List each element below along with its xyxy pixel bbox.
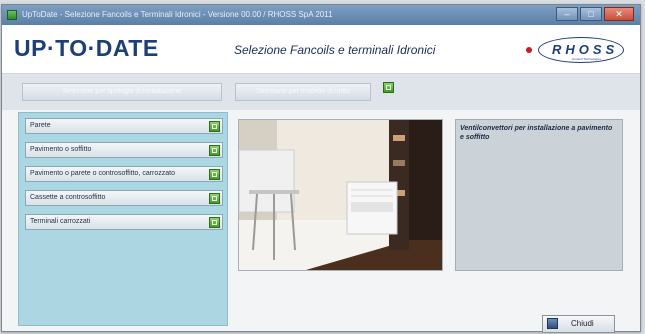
list-item-label: Terminali carrozzati [30,218,91,225]
room-illustration [239,120,442,270]
app-icon [7,10,17,20]
toolbar: Selezione per tipologia di installazione… [2,74,640,110]
brand-name: RHOSS [552,42,619,57]
list-item-label: Parete [30,122,51,129]
go-icon[interactable] [209,217,220,228]
maximize-button[interactable]: □ [580,7,602,21]
brand-tagline: Comfort Technologies [572,57,601,61]
list-item[interactable]: Terminali carrozzati [25,214,223,230]
list-item[interactable]: Pavimento o parete o controsoffitto, car… [25,166,223,182]
category-panel: Parete Pavimento o soffitto Pavimento o … [18,112,228,326]
go-icon[interactable] [209,169,220,180]
exit-icon [547,318,558,329]
go-icon[interactable] [209,121,220,132]
close-button[interactable]: ✕ [604,7,634,21]
list-item-label: Pavimento o parete o controsoffitto, car… [30,170,176,177]
model-select-button[interactable]: Selezione per modello di unità [235,83,371,101]
list-item-label: Pavimento o soffitto [30,146,92,153]
toolbar-go-icon[interactable] [383,82,394,93]
install-type-button[interactable]: Selezione per tipologia di installazione [22,83,222,101]
list-item[interactable]: Pavimento o soffitto [25,142,223,158]
list-item[interactable]: Cassette a controsoffitto [25,190,223,206]
app-window: UpToDate - Selezione Fancoils e Terminal… [1,4,641,333]
list-item-label: Cassette a controsoffitto [30,194,106,201]
go-icon[interactable] [209,193,220,204]
page-subtitle: Selezione Fancoils e terminali Idronici [234,43,436,57]
list-item[interactable]: Parete [25,118,223,134]
rhoss-logo: RHOSS Comfort Technologies [526,37,626,65]
uptodate-logo: UP·TO·DATE [14,35,159,61]
description-box: Ventilconvettori per installazione a pav… [455,119,623,271]
close-app-label: Chiudi [571,319,594,328]
title-bar: UpToDate - Selezione Fancoils e Terminal… [2,5,640,25]
go-icon[interactable] [209,145,220,156]
window-controls: – □ ✕ [556,7,634,21]
app-header: UP·TO·DATE Selezione Fancoils e terminal… [2,25,640,74]
logo-dot-icon [526,47,532,53]
close-app-button[interactable]: Chiudi [542,315,615,333]
window-title: UpToDate - Selezione Fancoils e Terminal… [22,10,333,19]
minimize-button[interactable]: – [556,7,578,21]
product-photo [238,119,443,271]
